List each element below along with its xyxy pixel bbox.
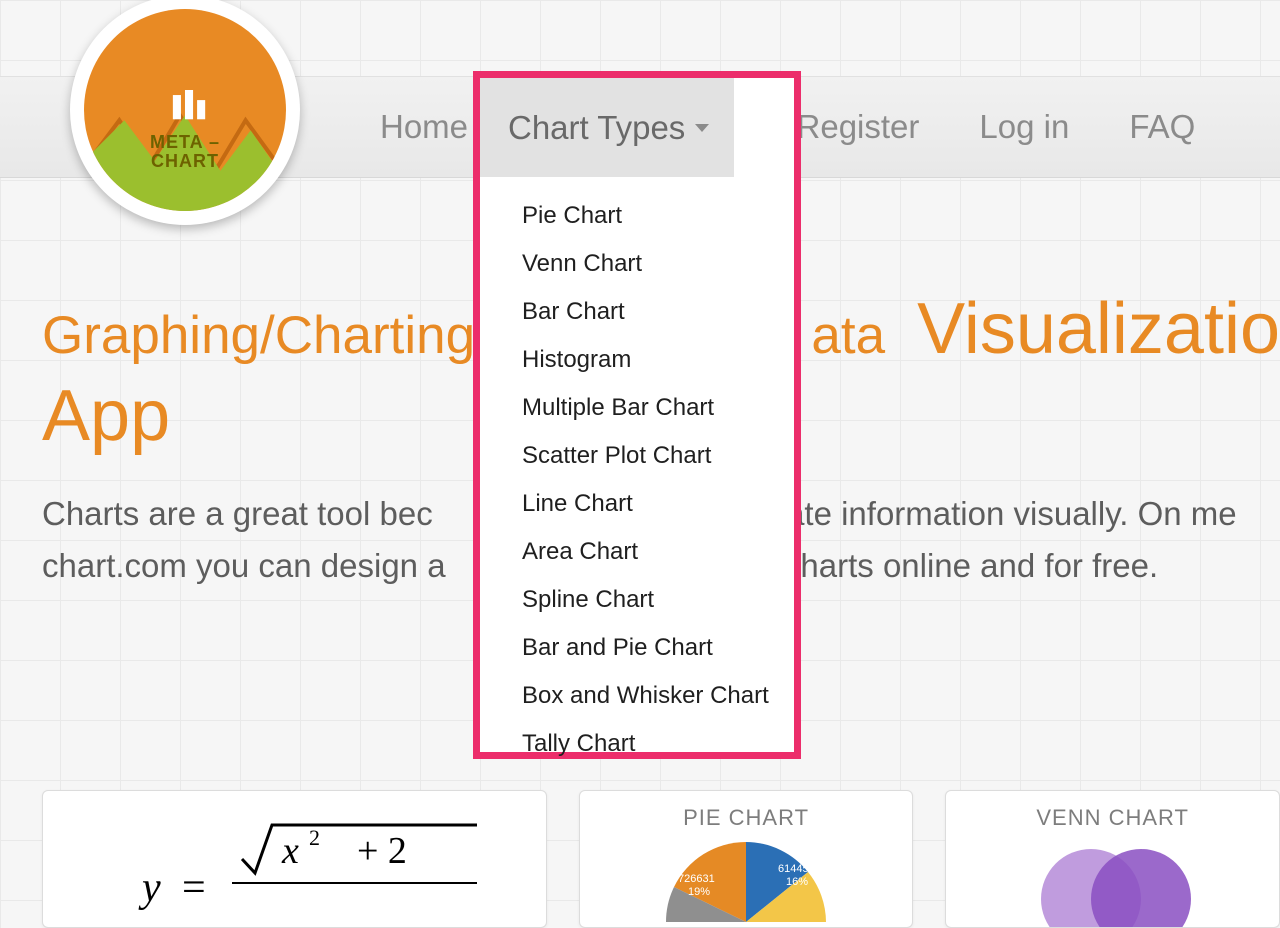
dropdown-list: Pie Chart Venn Chart Bar Chart Histogram… [480, 177, 794, 778]
dropdown-item-venn-chart[interactable]: Venn Chart [480, 240, 794, 288]
logo-text: META – CHART [84, 133, 286, 171]
card-venn-title: VENN CHART [960, 805, 1265, 831]
hero-lead-1b: ate information visually. On me [786, 495, 1237, 532]
pie-right-pct: 16% [786, 876, 808, 888]
hero-heading-part1: Graphing/Charting [42, 307, 475, 365]
svg-text:2: 2 [309, 825, 320, 850]
card-pie-title: PIE CHART [594, 805, 899, 831]
hero-heading-part2: ata [811, 307, 885, 365]
dropdown-item-spline-chart[interactable]: Spline Chart [480, 576, 794, 624]
logo-badge: META – CHART [84, 9, 286, 211]
hero-lead-1a: Charts are a great tool bec [42, 495, 433, 532]
formula-icon: y = x 2 + 2 [57, 811, 527, 921]
card-pie-chart[interactable]: PIE CHART 614452 16% 726631 19% [579, 790, 914, 928]
dropdown-item-bar-chart[interactable]: Bar Chart [480, 288, 794, 336]
hero-lead-2a: chart.com you can design a [42, 547, 446, 584]
chevron-down-icon [695, 124, 709, 132]
logo-text-line1: META – [84, 133, 286, 152]
dropdown-item-box-whisker[interactable]: Box and Whisker Chart [480, 672, 794, 720]
site-logo[interactable]: META – CHART [70, 0, 300, 225]
pie-right-val: 614452 [778, 863, 815, 875]
svg-text:+ 2: + 2 [357, 830, 407, 872]
dropdown-item-bar-and-pie[interactable]: Bar and Pie Chart [480, 624, 794, 672]
dropdown-item-area-chart[interactable]: Area Chart [480, 528, 794, 576]
cards-row: y = x 2 + 2 PIE CHART 614452 16% 726631 [42, 790, 1280, 928]
dropdown-header-label: Chart Types [508, 109, 685, 147]
dropdown-header[interactable]: Chart Types [480, 78, 734, 177]
pie-chart-icon: 614452 16% 726631 19% [641, 837, 851, 927]
dropdown-item-pie-chart[interactable]: Pie Chart [480, 192, 794, 240]
chart-types-dropdown: Chart Types Pie Chart Venn Chart Bar Cha… [473, 71, 801, 759]
dropdown-item-line-chart[interactable]: Line Chart [480, 480, 794, 528]
svg-text:x: x [281, 830, 299, 872]
card-venn-chart[interactable]: VENN CHART [945, 790, 1280, 928]
nav-faq[interactable]: FAQ [1099, 77, 1225, 177]
svg-text:=: = [182, 865, 206, 911]
card-formula[interactable]: y = x 2 + 2 [42, 790, 547, 928]
hero-lead-2b: charts online and for free. [784, 547, 1158, 584]
nav-login[interactable]: Log in [949, 77, 1099, 177]
dropdown-item-tally-chart[interactable]: Tally Chart [480, 720, 794, 768]
hero-heading-big: Visualizatio [917, 290, 1280, 369]
pie-left-pct: 19% [688, 886, 710, 898]
venn-chart-icon [1013, 837, 1213, 927]
dropdown-item-multiple-bar[interactable]: Multiple Bar Chart [480, 384, 794, 432]
pie-left-val: 726631 [678, 873, 715, 885]
dropdown-item-scatter-plot[interactable]: Scatter Plot Chart [480, 432, 794, 480]
logo-text-line2: CHART [84, 152, 286, 171]
svg-text:y: y [138, 865, 161, 911]
dropdown-item-histogram[interactable]: Histogram [480, 336, 794, 384]
